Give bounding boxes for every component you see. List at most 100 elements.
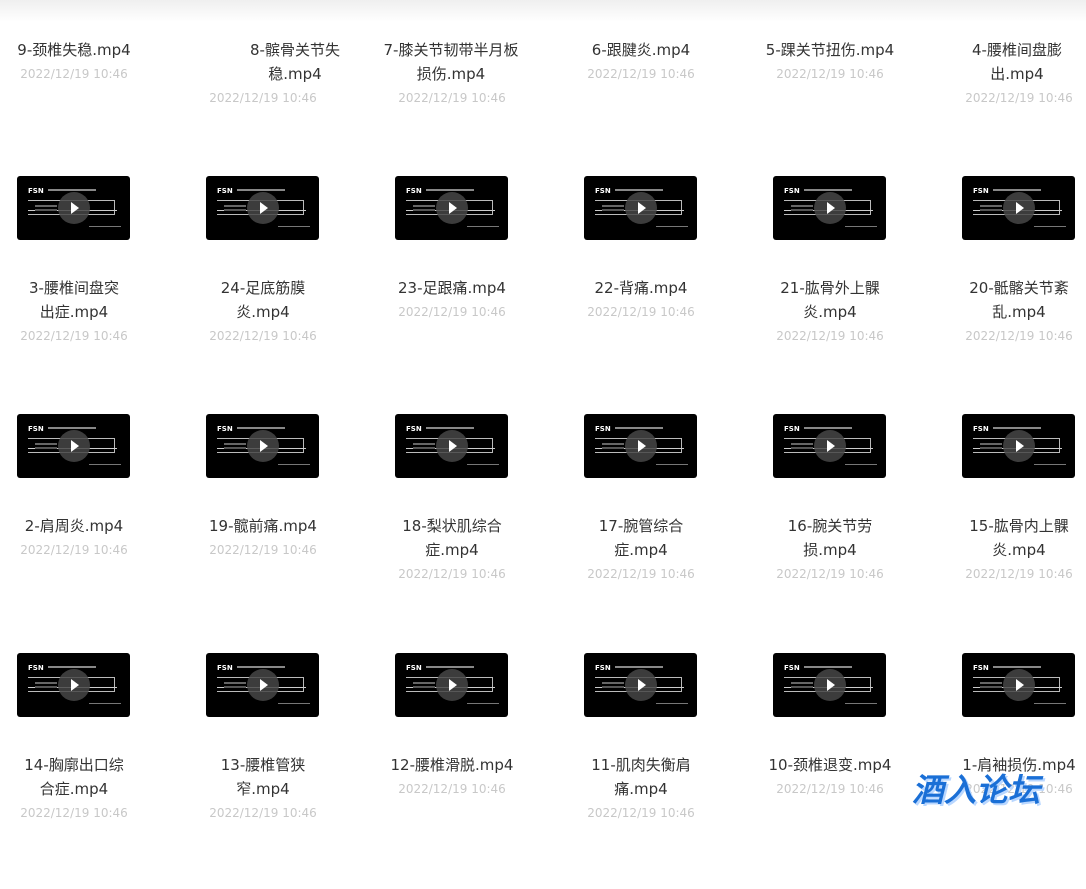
file-date: 2022/12/19 10:46 [20, 67, 128, 81]
file-date: 2022/12/19 10:46 [209, 806, 317, 820]
file-tile[interactable]: FSN 22-背痛.mp4 2022/12/19 10:46 [567, 176, 756, 412]
video-thumbnail[interactable]: FSN [584, 176, 697, 240]
file-tile[interactable]: FSN 12-腰椎滑脱.mp4 2022/12/19 10:46 [378, 653, 567, 889]
file-tile[interactable]: FSN 13-腰椎管狭窄.mp4 2022/12/19 10:46 [189, 653, 378, 889]
file-tile[interactable]: FSN 3-腰椎间盘突出症.mp4 2022/12/19 10:46 [0, 176, 189, 412]
file-name: 18-梨状肌综合症.mp4 [402, 517, 502, 559]
thumb-text-line [224, 682, 246, 684]
file-name: 20-骶髂关节紊乱.mp4 [969, 279, 1069, 321]
play-icon[interactable] [436, 669, 468, 701]
video-thumbnail[interactable]: FSN [962, 653, 1075, 717]
video-thumbnail[interactable]: FSN [206, 414, 319, 478]
video-thumbnail[interactable]: FSN [206, 653, 319, 717]
file-date: 2022/12/19 10:46 [587, 67, 695, 81]
file-name: 24-足底筋膜炎.mp4 [220, 279, 306, 321]
thumb-subtitle-line [615, 666, 663, 668]
play-icon[interactable] [58, 430, 90, 462]
play-icon[interactable] [1003, 430, 1035, 462]
file-tile[interactable]: FSN 20-骶髂关节紊乱.mp4 2022/12/19 10:46 [945, 176, 1086, 412]
thumb-subtitle-line [237, 427, 285, 429]
file-tile[interactable]: FSN 16-腕关节劳损.mp4 2022/12/19 10:46 [756, 414, 945, 650]
thumb-text-line [980, 443, 1002, 445]
file-tile[interactable]: FSN 17-腕管综合症.mp4 2022/12/19 10:46 [567, 414, 756, 650]
file-tile[interactable]: FSN 15-肱骨内上髁炎.mp4 2022/12/19 10:46 [945, 414, 1086, 650]
play-icon[interactable] [436, 430, 468, 462]
file-tile[interactable]: FSN 23-足跟痛.mp4 2022/12/19 10:46 [378, 176, 567, 412]
thumb-caption-line [467, 464, 499, 465]
video-thumbnail[interactable]: FSN [395, 176, 508, 240]
thumb-text-line [413, 205, 435, 207]
play-icon[interactable] [1003, 669, 1035, 701]
thumb-subtitle-line [237, 666, 285, 668]
file-grid: 9-颈椎失稳.mp4 2022/12/19 10:46 8-髌骨关节失稳.mp4… [0, 0, 1086, 827]
play-icon[interactable] [247, 192, 279, 224]
video-thumbnail[interactable]: FSN [773, 653, 886, 717]
thumb-subtitle-line [804, 427, 852, 429]
thumb-subtitle-line [804, 189, 852, 191]
video-thumbnail[interactable]: FSN [773, 176, 886, 240]
file-tile[interactable]: 8-髌骨关节失稳.mp4 2022/12/19 10:46 [189, 0, 378, 174]
file-name: 16-腕关节劳损.mp4 [787, 517, 873, 559]
thumb-text-line [35, 686, 57, 688]
video-thumbnail[interactable]: FSN [773, 414, 886, 478]
thumb-caption-line [89, 703, 121, 704]
play-icon[interactable] [247, 669, 279, 701]
thumb-logo: FSN [973, 187, 989, 195]
file-tile[interactable]: FSN 21-肱骨外上髁炎.mp4 2022/12/19 10:46 [756, 176, 945, 412]
file-date: 2022/12/19 10:46 [776, 67, 884, 81]
video-thumbnail[interactable]: FSN [584, 653, 697, 717]
file-tile[interactable]: 4-腰椎间盘膨出.mp4 2022/12/19 10:46 [945, 0, 1086, 174]
thumb-text-line [224, 209, 246, 211]
thumb-subtitle-line [48, 427, 96, 429]
play-icon[interactable] [814, 669, 846, 701]
play-icon[interactable] [625, 192, 657, 224]
file-tile[interactable]: FSN 14-胸廓出口综合症.mp4 2022/12/19 10:46 [0, 653, 189, 889]
file-tile[interactable]: 7-膝关节韧带半月板损伤.mp4 2022/12/19 10:46 [378, 0, 567, 174]
video-thumbnail[interactable]: FSN [395, 653, 508, 717]
thumb-text-line [602, 447, 624, 449]
file-tile[interactable]: 6-跟腱炎.mp4 2022/12/19 10:46 [567, 0, 756, 174]
video-thumbnail[interactable]: FSN [962, 414, 1075, 478]
thumb-text-line [35, 209, 57, 211]
video-thumbnail[interactable]: FSN [206, 176, 319, 240]
video-thumbnail[interactable]: FSN [17, 653, 130, 717]
file-name: 13-腰椎管狭窄.mp4 [220, 756, 306, 798]
file-tile[interactable]: FSN 11-肌肉失衡肩痛.mp4 2022/12/19 10:46 [567, 653, 756, 889]
video-thumbnail[interactable]: FSN [584, 414, 697, 478]
file-date: 2022/12/19 10:46 [20, 543, 128, 557]
video-thumbnail[interactable]: FSN [17, 176, 130, 240]
file-name: 12-腰椎滑脱.mp4 [390, 756, 514, 774]
file-tile[interactable]: 9-颈椎失稳.mp4 2022/12/19 10:46 [0, 0, 189, 174]
video-thumbnail[interactable]: FSN [395, 414, 508, 478]
file-name: 11-肌肉失衡肩痛.mp4 [591, 756, 691, 798]
thumb-subtitle-line [615, 427, 663, 429]
video-thumbnail[interactable]: FSN [962, 176, 1075, 240]
file-tile[interactable]: FSN 24-足底筋膜炎.mp4 2022/12/19 10:46 [189, 176, 378, 412]
file-tile[interactable]: 5-踝关节扭伤.mp4 2022/12/19 10:46 [756, 0, 945, 174]
play-icon[interactable] [247, 430, 279, 462]
file-tile[interactable]: FSN 18-梨状肌综合症.mp4 2022/12/19 10:46 [378, 414, 567, 650]
thumb-text-line [980, 686, 1002, 688]
play-icon[interactable] [58, 669, 90, 701]
thumb-text-line [413, 443, 435, 445]
thumb-logo: FSN [217, 664, 233, 672]
thumb-logo: FSN [595, 425, 611, 433]
thumb-text-line [980, 209, 1002, 211]
play-icon[interactable] [1003, 192, 1035, 224]
file-name: 7-膝关节韧带半月板损伤.mp4 [383, 41, 519, 83]
file-name: 6-跟腱炎.mp4 [591, 41, 691, 59]
video-thumbnail[interactable]: FSN [17, 414, 130, 478]
play-icon[interactable] [625, 669, 657, 701]
thumb-caption-line [845, 464, 877, 465]
thumb-text-line [413, 209, 435, 211]
file-tile[interactable]: FSN 19-髋前痛.mp4 2022/12/19 10:46 [189, 414, 378, 650]
thumb-text-line [791, 682, 813, 684]
play-icon[interactable] [814, 192, 846, 224]
play-icon[interactable] [625, 430, 657, 462]
play-icon[interactable] [814, 430, 846, 462]
thumb-subtitle-line [804, 666, 852, 668]
play-icon[interactable] [436, 192, 468, 224]
file-name: 8-髌骨关节失稳.mp4 [250, 41, 340, 83]
file-tile[interactable]: FSN 2-肩周炎.mp4 2022/12/19 10:46 [0, 414, 189, 650]
play-icon[interactable] [58, 192, 90, 224]
